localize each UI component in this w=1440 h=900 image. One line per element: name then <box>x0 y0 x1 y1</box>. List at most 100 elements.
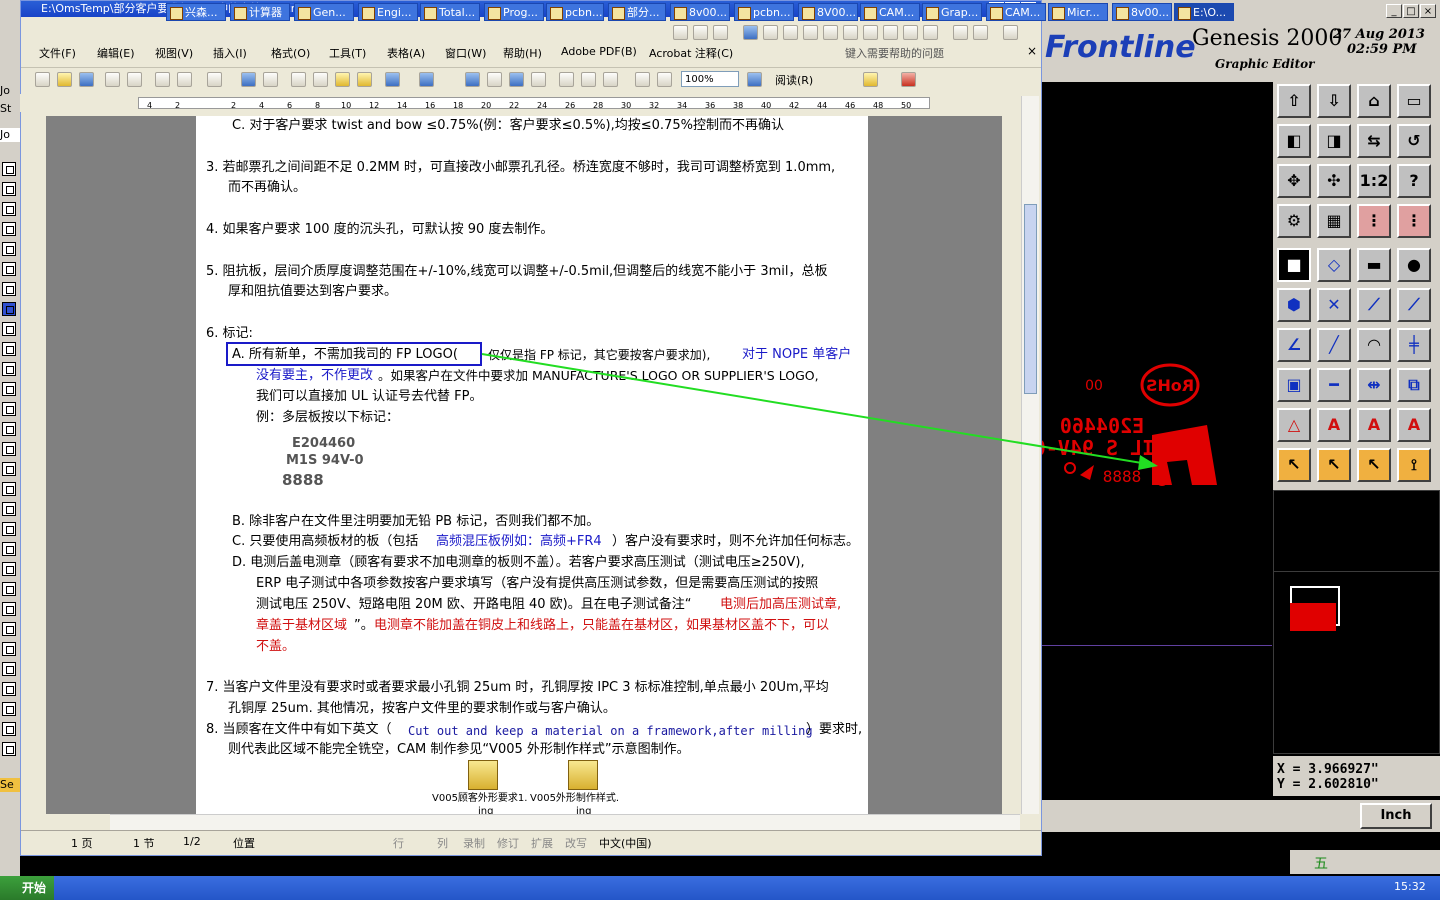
tool-swap-icon[interactable]: ⇆ <box>1357 124 1391 158</box>
strip-chip[interactable] <box>2 302 16 316</box>
menu-window[interactable]: 窗口(W) <box>445 45 486 61</box>
genesis-maximize-button[interactable]: □ <box>1403 4 1419 18</box>
taskbar-item[interactable]: Prog... <box>484 3 544 21</box>
strip-chip[interactable] <box>2 182 16 196</box>
cut-icon[interactable] <box>291 72 306 87</box>
taskbar-item[interactable]: 计算器 <box>230 3 290 21</box>
spelling-icon[interactable] <box>241 72 256 87</box>
tb-table-icon[interactable] <box>823 25 838 40</box>
tool-a3-icon[interactable]: A <box>1397 408 1431 442</box>
embedded-object-icon[interactable] <box>468 760 498 790</box>
tool-ruler-icon[interactable]: ▬ <box>1357 248 1391 282</box>
tool-measure-icon[interactable]: ⇹ <box>1357 368 1391 402</box>
menu-view[interactable]: 视图(V) <box>155 45 193 61</box>
show-hide-icon[interactable] <box>635 72 650 87</box>
taskbar-item[interactable]: pcbn... <box>734 3 794 21</box>
read-button[interactable]: 阅读(R) <box>775 72 813 88</box>
taskbar-item[interactable]: 部分... <box>608 3 666 21</box>
tb-check-icon[interactable] <box>743 25 758 40</box>
tb-box-icon[interactable] <box>763 25 778 40</box>
strip-chip[interactable] <box>2 562 16 576</box>
menu-insert[interactable]: 插入(I) <box>213 45 247 61</box>
tool-undo-icon[interactable]: ↺ <box>1397 124 1431 158</box>
drawing-icon[interactable] <box>581 72 596 87</box>
tool-line2-icon[interactable]: ⟋ <box>1397 288 1431 322</box>
tb-image-icon[interactable] <box>923 25 938 40</box>
taskbar-item[interactable]: Engi... <box>358 3 418 21</box>
tool-dot-icon[interactable]: ● <box>1397 248 1431 282</box>
help-icon[interactable] <box>747 72 762 87</box>
tool-down-icon[interactable]: ⇩ <box>1317 84 1351 118</box>
strip-chip[interactable] <box>2 442 16 456</box>
menu-help[interactable]: 帮助(H) <box>503 45 542 61</box>
taskbar-item[interactable]: 兴森... <box>166 3 226 21</box>
paragraph-icon[interactable] <box>657 72 672 87</box>
insert-excel-icon[interactable] <box>531 72 546 87</box>
strip-chip[interactable] <box>2 482 16 496</box>
close-doc-icon[interactable]: × <box>1027 44 1037 58</box>
start-button[interactable]: 开始 <box>0 876 54 900</box>
menu-edit[interactable]: 编辑(E) <box>97 45 135 61</box>
tb-radio-icon[interactable] <box>783 25 798 40</box>
taskbar-item[interactable]: Grap... <box>922 3 982 21</box>
strip-chip[interactable] <box>2 602 16 616</box>
redo-icon[interactable] <box>419 72 434 87</box>
insert-table-icon[interactable] <box>509 72 524 87</box>
open-icon[interactable] <box>57 72 72 87</box>
document-page[interactable]: C. 对于客户要求 twist and bow ≤0.75%(例：客户要求≤0.… <box>196 116 868 817</box>
strip-chip[interactable] <box>2 502 16 516</box>
strip-chip[interactable] <box>2 542 16 556</box>
chinese-convert-icon[interactable] <box>207 72 222 87</box>
strip-chip[interactable] <box>2 642 16 656</box>
menu-acrobat[interactable]: Acrobat 注释(C) <box>649 45 733 61</box>
tool-slash-icon[interactable]: ╱ <box>1317 328 1351 362</box>
tool-left-icon[interactable]: ◧ <box>1277 124 1311 158</box>
tool-home-icon[interactable]: ⌂ <box>1357 84 1391 118</box>
tool-cross-icon[interactable]: ✕ <box>1317 288 1351 322</box>
strip-chip[interactable] <box>2 342 16 356</box>
strip-chip[interactable] <box>2 382 16 396</box>
strip-chip[interactable] <box>2 702 16 716</box>
email-icon[interactable] <box>127 72 142 87</box>
tool-a-icon[interactable]: A <box>1317 408 1351 442</box>
vertical-scrollbar[interactable] <box>1021 96 1039 814</box>
board-canvas[interactable]: RoHS 00 E204460 MIL S 94V-0 8888 <box>1042 340 1272 500</box>
hyperlink-icon[interactable] <box>465 72 480 87</box>
minimap[interactable] <box>1273 490 1440 754</box>
menu-table[interactable]: 表格(A) <box>387 45 425 61</box>
tb-more-icon[interactable] <box>1003 25 1018 40</box>
taskbar-item[interactable]: CAM... <box>986 3 1046 21</box>
tb-form-icon[interactable] <box>803 25 818 40</box>
tables-borders-icon[interactable] <box>487 72 502 87</box>
status-trk[interactable]: 修订 <box>497 835 519 851</box>
taskbar-item[interactable]: Gen... <box>294 3 354 21</box>
taskbar-item[interactable]: Micr... <box>1048 3 1108 21</box>
tool-pan-icon[interactable]: ✣ <box>1317 164 1351 198</box>
font-color-icon[interactable] <box>901 72 916 87</box>
strip-chip[interactable] <box>2 222 16 236</box>
tb-stamp-icon[interactable] <box>693 25 708 40</box>
taskbar-item[interactable]: 8V00... <box>798 3 858 21</box>
columns-icon[interactable] <box>559 72 574 87</box>
tool-line-icon[interactable]: ⟋ <box>1357 288 1391 322</box>
strip-chip[interactable] <box>2 362 16 376</box>
tb-link-icon[interactable] <box>903 25 918 40</box>
taskbar-item[interactable]: pcbn... <box>546 3 604 21</box>
tb-edit-icon[interactable] <box>673 25 688 40</box>
tool-select-icon[interactable]: ↖ <box>1317 448 1351 482</box>
tool-route-icon[interactable]: ⟟ <box>1397 448 1431 482</box>
taskbar-item[interactable]: CAM... <box>860 3 920 21</box>
tb-draw-icon[interactable] <box>863 25 878 40</box>
tool-arc-icon[interactable]: ◠ <box>1357 328 1391 362</box>
help-search-input[interactable]: 键入需要帮助的问题 <box>845 45 944 61</box>
tool-hline-icon[interactable]: ━ <box>1317 368 1351 402</box>
taskbar-item[interactable]: 8v00... <box>670 3 730 21</box>
new-icon[interactable] <box>35 72 50 87</box>
strip-chip[interactable] <box>2 662 16 676</box>
strip-chip[interactable] <box>2 242 16 256</box>
menu-format[interactable]: 格式(O) <box>271 45 310 61</box>
copy-icon[interactable] <box>313 72 328 87</box>
strip-chip[interactable] <box>2 322 16 336</box>
status-ovr[interactable]: 改写 <box>565 835 587 851</box>
tool-settings-icon[interactable]: ⚙ <box>1277 204 1311 238</box>
